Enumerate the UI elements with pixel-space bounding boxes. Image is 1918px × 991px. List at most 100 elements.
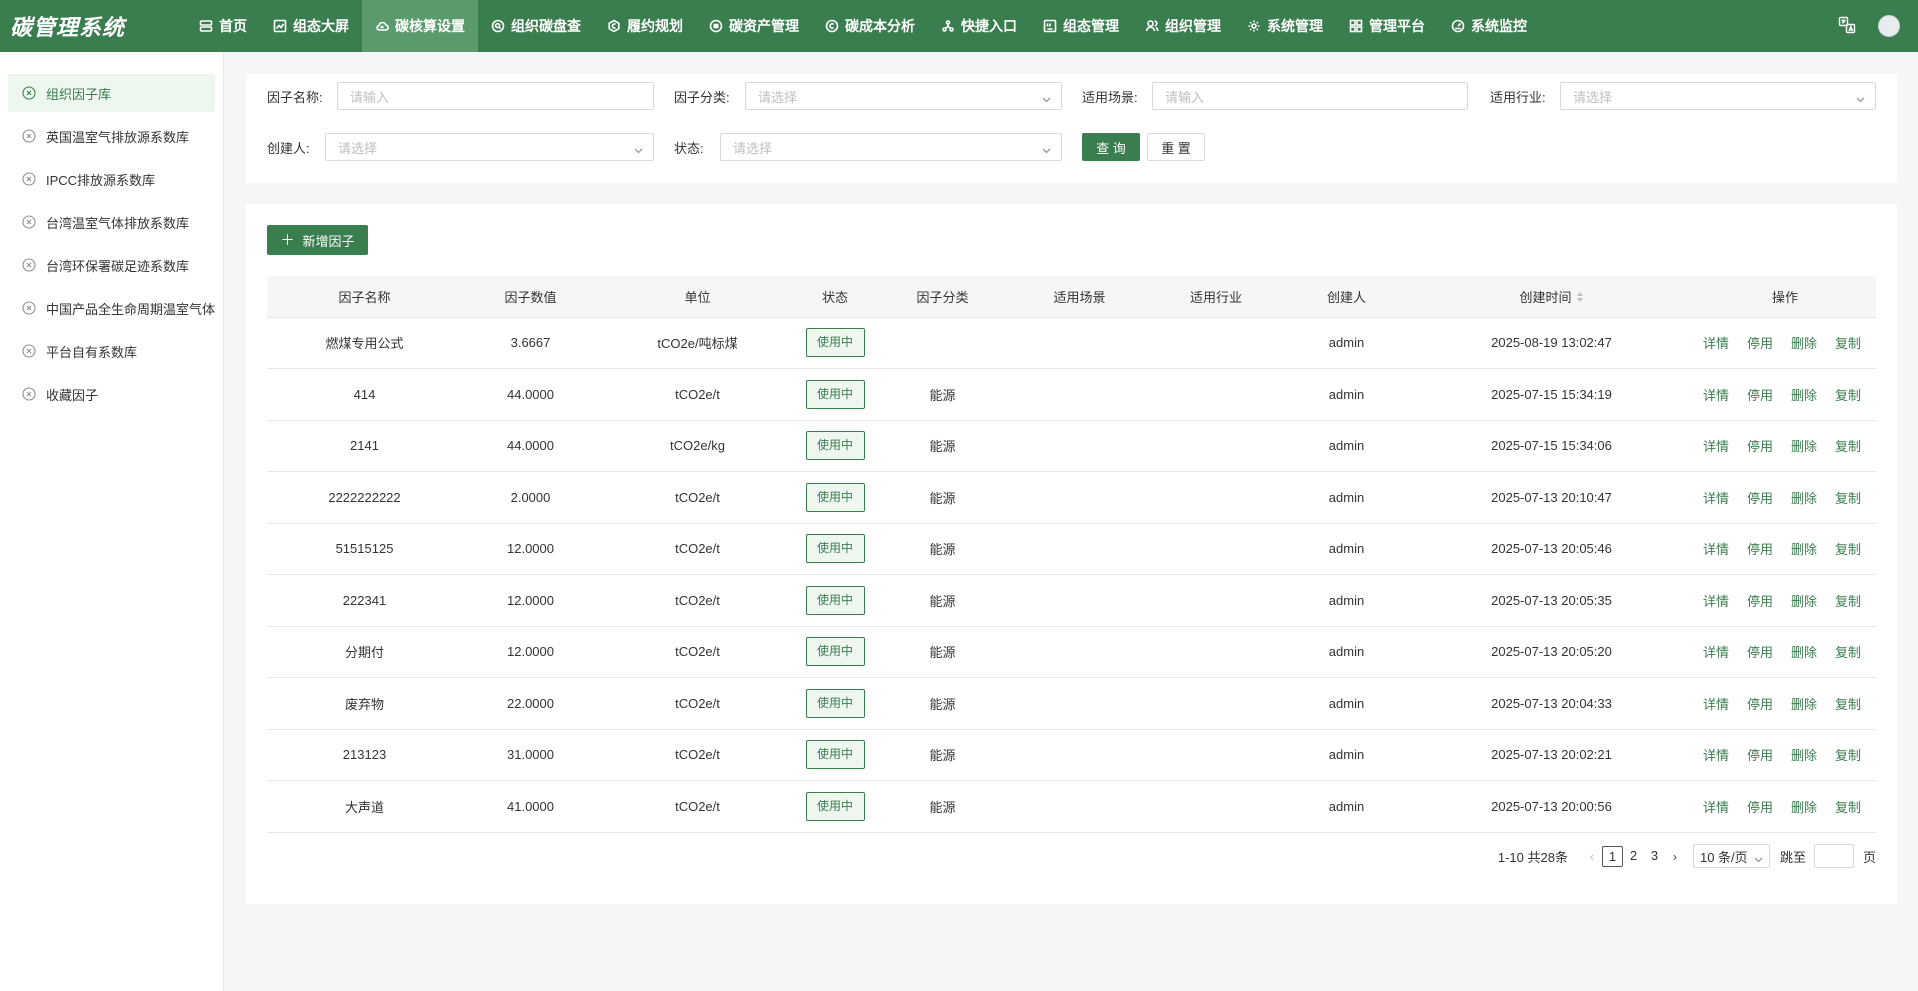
detail-link[interactable]: 详情 <box>1694 694 1738 713</box>
detail-link[interactable]: 详情 <box>1694 642 1738 661</box>
nav-item-7[interactable]: 快捷入口 <box>928 0 1030 52</box>
nav-item-2[interactable]: 碳核算设置 <box>362 0 478 52</box>
factor-name-cell-text: 51515125 <box>335 541 394 557</box>
copy-link[interactable]: 复制 <box>1826 694 1870 713</box>
nav-item-1[interactable]: 组态大屏 <box>260 0 362 52</box>
sidebar-item-4[interactable]: 台湾环保署碳足迹系数库 <box>8 246 215 284</box>
nav-item-6[interactable]: 碳成本分析 <box>812 0 928 52</box>
created-time-cell: 2025-07-15 15:34:19 <box>1409 368 1694 421</box>
delete-link[interactable]: 删除 <box>1782 591 1826 610</box>
creator-cell: admin <box>1284 574 1409 627</box>
copy-link[interactable]: 复制 <box>1826 745 1870 764</box>
nav-item-label: 履约规划 <box>627 18 683 34</box>
copy-link[interactable]: 复制 <box>1826 385 1870 404</box>
status-badge: 使用中 <box>805 328 865 358</box>
column-header: 因子名称 <box>267 276 462 318</box>
detail-link[interactable]: 详情 <box>1694 436 1738 455</box>
detail-link[interactable]: 详情 <box>1694 488 1738 507</box>
page-number[interactable]: 2 <box>1623 846 1644 867</box>
copy-link[interactable]: 复制 <box>1826 591 1870 610</box>
industry-select[interactable]: 请选择 <box>1560 82 1876 110</box>
factor-name-input[interactable]: 请输入 <box>337 82 654 110</box>
status-select[interactable]: 请选择 <box>720 133 1062 161</box>
copy-link[interactable]: 复制 <box>1826 539 1870 558</box>
add-factor-button[interactable]: ＋ 新增因子 <box>267 225 368 255</box>
nav-item-0[interactable]: 首页 <box>186 0 260 52</box>
page-number[interactable]: 3 <box>1644 846 1665 867</box>
detail-link[interactable]: 详情 <box>1694 385 1738 404</box>
scenario-input[interactable]: 请输入 <box>1152 82 1468 110</box>
copy-link[interactable]: 复制 <box>1826 488 1870 507</box>
sidebar-item-2[interactable]: IPCC排放源系数库 <box>8 160 215 198</box>
creator-select[interactable]: 请选择 <box>325 133 654 161</box>
delete-link[interactable]: 删除 <box>1782 745 1826 764</box>
delete-link[interactable]: 删除 <box>1782 694 1826 713</box>
sidebar-item-7[interactable]: 收藏因子 <box>8 375 215 413</box>
page-size-select[interactable]: 10 条/页 <box>1692 844 1770 868</box>
factor-value-cell: 41.0000 <box>462 780 599 833</box>
detail-link[interactable]: 详情 <box>1694 539 1738 558</box>
avatar[interactable] <box>1878 15 1900 37</box>
nav-item-11[interactable]: 管理平台 <box>1336 0 1438 52</box>
delete-link[interactable]: 删除 <box>1782 797 1826 816</box>
sidebar-item-label: IPCC排放源系数库 <box>46 172 156 188</box>
reset-button[interactable]: 重 置 <box>1147 133 1205 161</box>
copy-link[interactable]: 复制 <box>1826 797 1870 816</box>
disable-link[interactable]: 停用 <box>1738 591 1782 610</box>
sidebar-item-3[interactable]: 台湾温室气体排放系数库 <box>8 203 215 241</box>
factor-name-cell: 燃煤专用公式 <box>267 317 462 369</box>
detail-link[interactable]: 详情 <box>1694 745 1738 764</box>
chevron-left-icon[interactable]: ‹ <box>1582 849 1602 864</box>
disable-link[interactable]: 停用 <box>1738 642 1782 661</box>
translate-icon[interactable] <box>1838 16 1856 37</box>
delete-link[interactable]: 删除 <box>1782 539 1826 558</box>
disable-link[interactable]: 停用 <box>1738 333 1782 352</box>
nav-item-10[interactable]: 系统管理 <box>1234 0 1336 52</box>
jump-page-input[interactable] <box>1813 844 1854 868</box>
factor-value-cell: 12.0000 <box>462 626 599 678</box>
factor-name-cell-text: 222341 <box>342 592 387 608</box>
nav-item-4[interactable]: 履约规划 <box>594 0 696 52</box>
copy-link[interactable]: 复制 <box>1826 436 1870 455</box>
sidebar-item-5[interactable]: 中国产品全生命周期温室气体排放系数库 <box>8 289 215 327</box>
disable-link[interactable]: 停用 <box>1738 385 1782 404</box>
sidebar-item-0[interactable]: 组织因子库 <box>8 74 215 112</box>
nav-item-3[interactable]: 组织碳盘查 <box>478 0 594 52</box>
detail-link[interactable]: 详情 <box>1694 797 1738 816</box>
status-badge: 使用中 <box>805 534 865 564</box>
delete-link[interactable]: 删除 <box>1782 436 1826 455</box>
created-time-cell-text: 2025-07-13 20:04:33 <box>1491 695 1612 711</box>
creator-label: 创建人: <box>267 141 310 156</box>
disable-link[interactable]: 停用 <box>1738 488 1782 507</box>
nav-item-12[interactable]: 系统监控 <box>1438 0 1540 52</box>
search-button[interactable]: 查 询 <box>1082 133 1140 161</box>
app-logo[interactable]: 碳管理系统 <box>0 10 160 42</box>
copy-link[interactable]: 复制 <box>1826 642 1870 661</box>
chevron-right-icon[interactable]: › <box>1665 849 1685 864</box>
created-time-cell: 2025-08-19 13:02:47 <box>1409 317 1694 369</box>
sort-icon[interactable] <box>1576 291 1584 306</box>
disable-link[interactable]: 停用 <box>1738 797 1782 816</box>
sidebar-item-1[interactable]: 英国温室气排放源系数库 <box>8 117 215 155</box>
column-header[interactable]: 创建时间 <box>1409 276 1694 318</box>
delete-link[interactable]: 删除 <box>1782 488 1826 507</box>
delete-link[interactable]: 删除 <box>1782 333 1826 352</box>
status-badge: 使用中 <box>805 688 865 718</box>
scenario-placeholder: 请输入 <box>1165 89 1205 105</box>
delete-link[interactable]: 删除 <box>1782 642 1826 661</box>
detail-link[interactable]: 详情 <box>1694 333 1738 352</box>
sidebar-item-6[interactable]: 平台自有系数库 <box>8 332 215 370</box>
page-number[interactable]: 1 <box>1601 845 1623 867</box>
detail-link[interactable]: 详情 <box>1694 591 1738 610</box>
layout-icon <box>1043 19 1057 33</box>
nav-item-9[interactable]: 组织管理 <box>1132 0 1234 52</box>
nav-item-8[interactable]: 组态管理 <box>1030 0 1132 52</box>
copy-link[interactable]: 复制 <box>1826 333 1870 352</box>
disable-link[interactable]: 停用 <box>1738 436 1782 455</box>
delete-link[interactable]: 删除 <box>1782 385 1826 404</box>
disable-link[interactable]: 停用 <box>1738 539 1782 558</box>
disable-link[interactable]: 停用 <box>1738 694 1782 713</box>
nav-item-5[interactable]: 碳资产管理 <box>696 0 812 52</box>
disable-link[interactable]: 停用 <box>1738 745 1782 764</box>
factor-category-select[interactable]: 请选择 <box>745 82 1062 110</box>
